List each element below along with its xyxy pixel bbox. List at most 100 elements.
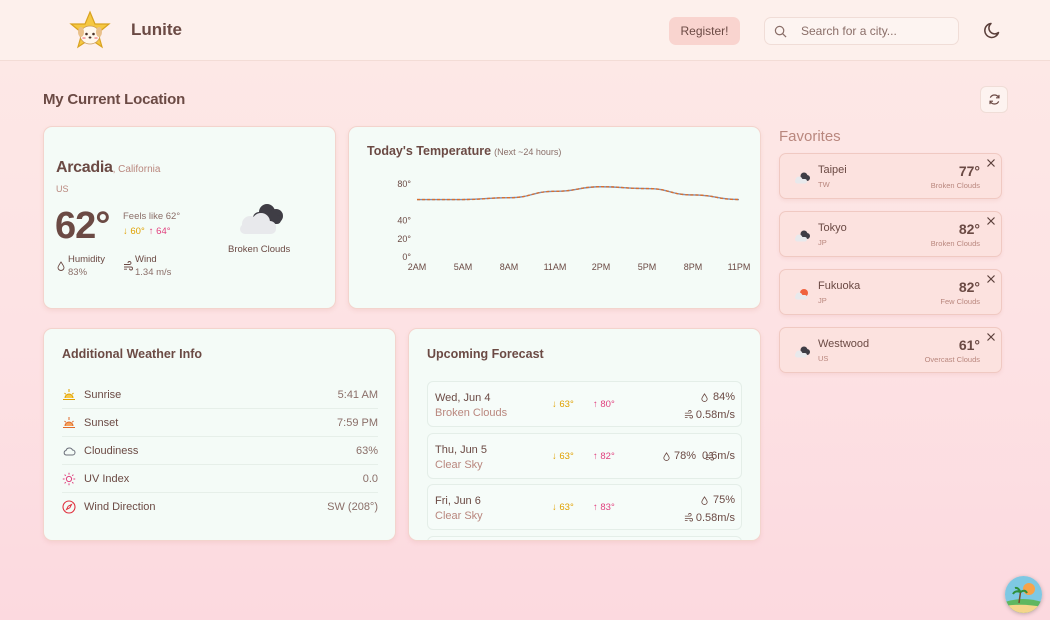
forecast-item[interactable]: Wed, Jun 4 Broken Clouds ↓ 63° ↑ 80° 84%… [427,381,742,427]
forecast-max: ↑ 83° [593,502,615,513]
info-value: SW (208°) [327,501,378,513]
y-tick-label: 0° [402,252,411,262]
favorite-city: Taipei [818,164,847,176]
forecast-date: Thu, Jun 5 [435,444,487,456]
forecast-condition: Broken Clouds [435,407,508,419]
humidity-icon [701,393,708,402]
favorite-country: US [818,354,829,363]
favorite-card-tokyo[interactable]: Tokyo JP 82° Broken Clouds [779,211,1002,257]
info-value: 5:41 AM [337,389,378,401]
refresh-button[interactable] [980,86,1008,113]
info-row-wind-direction: Wind Direction SW (208°) [62,493,378,521]
broken-clouds-icon [795,230,810,242]
favorite-country: JP [818,296,827,305]
forecast-wind: 0.58m/s [695,409,735,421]
condition-label: Broken Clouds [228,244,291,255]
x-tick-label: 11PM [728,262,751,272]
forecast-date: Wed, Jun 4 [435,392,491,404]
x-tick-label: 8PM [684,262,703,272]
forecast-item[interactable]: Fri, Jun 6 Clear Sky ↓ 63° ↑ 83° 75% 0.5… [427,484,742,530]
info-row-uv-index: UV Index 0.0 [62,465,378,493]
favorite-country: TW [818,180,830,189]
y-tick-label: 80° [397,179,411,189]
forecast-min: ↓ 63° [552,502,574,513]
search-input[interactable] [801,24,951,38]
info-value: 0.0 [362,473,378,485]
y-tick-label: 40° [397,216,411,226]
close-icon[interactable] [986,216,996,226]
wind-stat: Wind 1.34 m/s [135,254,171,278]
info-row-cloudiness: Cloudiness 63% [62,437,378,465]
temperature-line [417,186,740,201]
forecast-condition: Clear Sky [435,510,483,522]
close-icon[interactable] [986,158,996,168]
info-label: Sunrise [84,389,122,401]
app-name[interactable]: Lunite [131,20,182,40]
forecast-humidity: 84% [712,391,735,403]
broken-clouds-icon [240,204,283,234]
info-row-sunrise: Sunrise 5:41 AM [62,381,378,409]
favorite-card-fukuoka[interactable]: Fukuoka JP 82° Few Clouds [779,269,1002,315]
humidity-label: Humidity [68,254,105,265]
x-tick-label: 2PM [592,262,611,272]
forecast-item-partial[interactable] [427,536,742,540]
forecast-max: ↑ 80° [593,399,615,410]
info-label: Cloudiness [84,445,139,457]
favorite-card-taipei[interactable]: Taipei TW 77° Broken Clouds [779,153,1002,199]
wind-icon [684,513,693,522]
search-icon [774,25,787,37]
refresh-icon [988,94,1000,105]
humidity-icon [701,496,708,505]
wind-icon [124,261,133,271]
close-icon[interactable] [986,274,996,284]
forecast-humidity: 78% [674,450,697,462]
favorite-temp: 82° [958,221,980,237]
forecast-item[interactable]: Thu, Jun 5 Clear Sky ↓ 63° ↑ 82° 78% 0.6… [427,433,742,479]
forecast-card: Upcoming Forecast Wed, Jun 4 Broken Clou… [408,328,761,541]
favorite-country: JP [818,238,827,247]
info-row-sunset: Sunset 7:59 PM [62,409,378,437]
favorite-temp: 82° [958,279,980,295]
forecast-min: ↓ 63° [552,451,574,462]
x-tick-label: 8AM [500,262,519,272]
y-tick-label: 20° [397,234,411,244]
favorite-condition: Few Clouds [940,297,980,306]
city-search[interactable] [764,17,959,45]
favorite-card-westwood[interactable]: Westwood US 61° Overcast Clouds [779,327,1002,373]
sunrise-icon [63,389,75,400]
avatar[interactable] [1005,576,1042,613]
compass-icon [62,500,76,514]
info-title: Additional Weather Info [62,347,203,361]
few-clouds-icon [795,289,808,300]
favorite-condition: Broken Clouds [930,239,980,248]
sun-icon [62,472,76,486]
x-tick-label: 11AM [544,262,567,272]
max-temp: ↑ 64° [148,226,171,237]
wind-label: Wind [135,254,157,265]
close-icon[interactable] [986,332,996,342]
info-label: Sunset [84,417,119,429]
region-name: , California [112,164,161,175]
x-tick-label: 2AM [408,262,427,272]
info-value: 63% [355,445,378,457]
moon-icon[interactable] [983,20,1003,40]
wind-value: 1.34 m/s [135,267,172,278]
city-name: Arcadia [56,159,113,176]
current-weather-card: Arcadia, California US 62° Feels like 62… [43,126,336,309]
temperature-chart-card: Today's Temperature (Next ~24 hours) 80° 4… [348,126,761,309]
favorite-city: Fukuoka [818,280,861,292]
favorite-condition: Overcast Clouds [924,355,980,364]
avatar-image [1005,576,1042,613]
country-code: US [56,184,69,194]
register-button[interactable]: Register! [669,17,740,45]
logo-icon[interactable] [68,10,112,54]
top-header: Lunite Register! [0,0,1050,61]
info-label: UV Index [84,473,130,485]
current-city: Arcadia, California [56,159,160,177]
forecast-min: ↓ 63° [552,399,574,410]
feels-like: Feels like 62° [123,211,181,222]
forecast-humidity: 75% [712,494,735,506]
section-title: My Current Location [43,91,186,108]
wind-icon [684,410,693,419]
overcast-clouds-icon [795,346,810,358]
